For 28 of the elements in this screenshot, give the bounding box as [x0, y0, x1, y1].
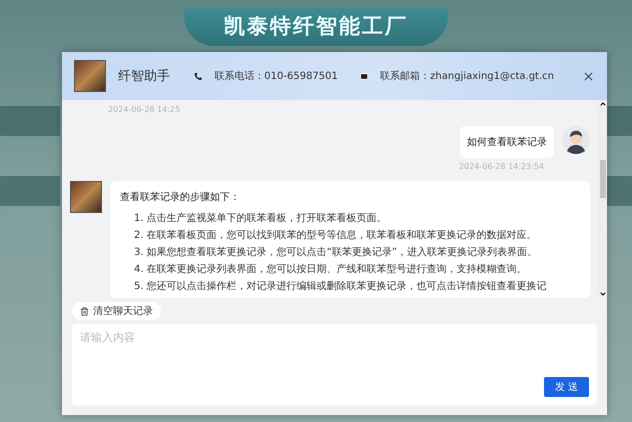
message-input[interactable]: 请输入内容 发 送	[72, 324, 597, 405]
step-text: 4. 在联苯更换记录列表界面，您可以按日期、产线和联苯型号进行查询，支持模糊查询。	[133, 263, 528, 277]
mail-icon	[360, 72, 368, 80]
trash-icon	[80, 306, 89, 316]
close-button[interactable]	[582, 70, 595, 82]
step-text: 3. 如果您想查看联苯更换记录，您可以点击“联苯更换记录”，进入联苯更换记录列表界面。	[133, 246, 538, 260]
scroll-down-icon[interactable]	[598, 290, 606, 298]
bot-avatar	[74, 60, 106, 92]
bot-avatar	[70, 181, 102, 213]
background-panel	[0, 176, 60, 206]
step-text: 2. 在联苯看板页面，您可以找到联苯的型号等信息，联苯看板和联苯更换记录的数据对应。	[133, 229, 538, 243]
step-text: 1. 点击生产监视菜单下的联苯看板，打开联苯看板页面。	[133, 212, 388, 226]
step-text: 5. 您还可以点击操作栏，对记录进行编辑或删除联苯更换记录，也可点击详情按钮查看更换记	[133, 280, 548, 294]
message-time: 2024-06-28 14:23:54	[459, 162, 544, 171]
message-bubble: 如何查看联苯记录	[460, 126, 554, 158]
message-text: 查看联苯记录的步骤如下：	[120, 190, 241, 204]
scroll-up-icon[interactable]	[598, 100, 606, 108]
send-button[interactable]: 发 送	[544, 377, 589, 397]
message-time: 2024-06-28 14:25	[108, 105, 180, 114]
contact-phone: 联系电话：010-65987501	[214, 70, 338, 83]
clear-history-button[interactable]: 清空聊天记录	[72, 302, 161, 320]
dialog-title: 纤智助手	[118, 68, 170, 85]
scrollbar[interactable]	[598, 100, 607, 298]
phone-icon	[194, 72, 202, 80]
user-avatar-icon	[562, 126, 590, 154]
background-panel	[0, 106, 60, 136]
page-title: 凯泰特纤智能工厂	[184, 8, 448, 46]
contact-email: 联系邮箱：zhangjiaxing1@cta.gt.cn	[380, 70, 554, 83]
